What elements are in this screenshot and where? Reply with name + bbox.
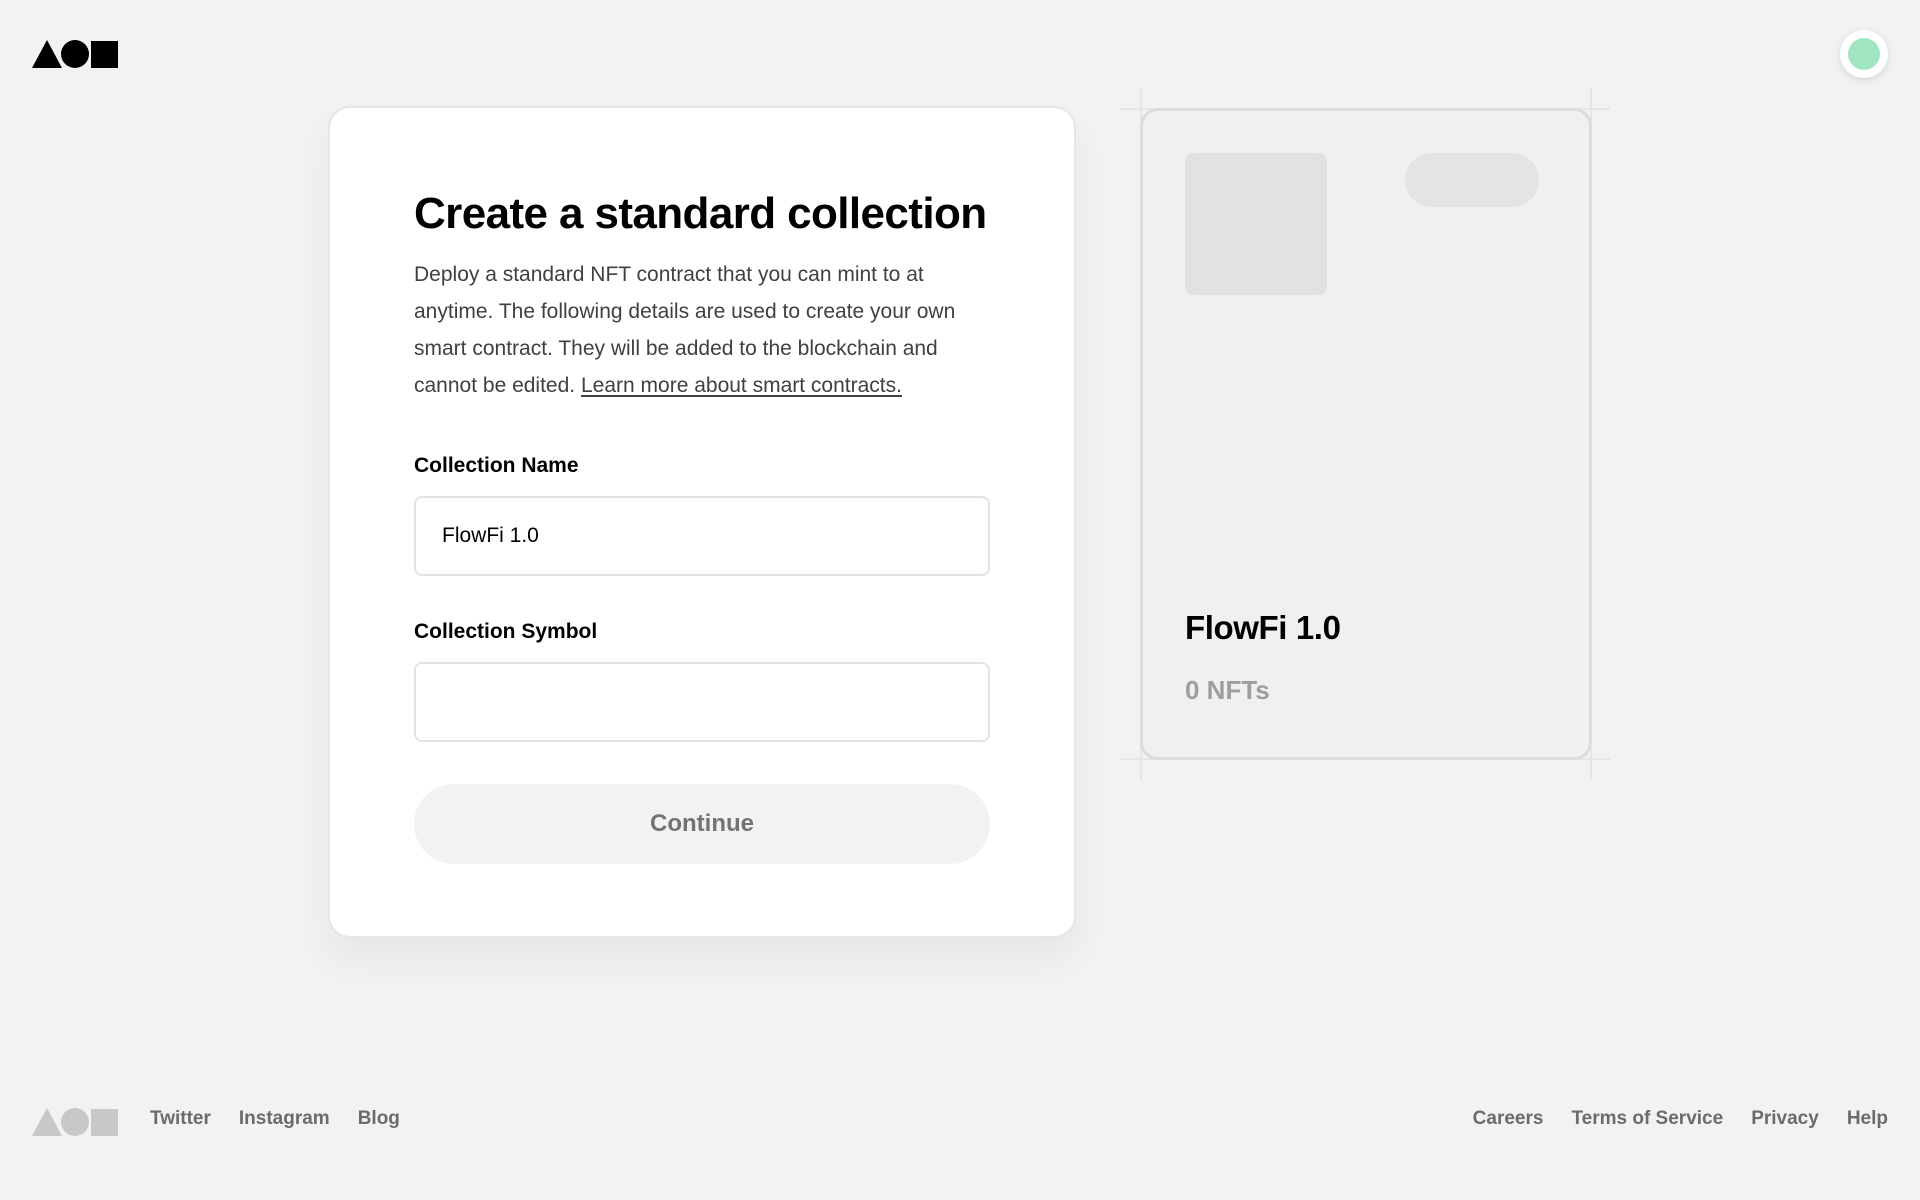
footer-link-help[interactable]: Help [1847, 1108, 1888, 1130]
preview-card: FlowFi 1.0 0 NFTs [1140, 108, 1592, 760]
footer-link-blog[interactable]: Blog [358, 1108, 400, 1130]
top-header [0, 0, 1920, 108]
page-title: Create a standard collection [414, 189, 987, 238]
triangle-circle-square-logo-icon[interactable] [32, 38, 118, 68]
footer-link-privacy[interactable]: Privacy [1751, 1108, 1819, 1130]
create-collection-card: Create a standard collection Deploy a st… [328, 106, 1076, 938]
preview-nft-count: 0 NFTs [1185, 675, 1270, 705]
collection-name-input[interactable] [414, 496, 990, 576]
form-description: Deploy a standard NFT contract that you … [414, 256, 990, 404]
account-avatar-button[interactable] [1840, 30, 1888, 78]
continue-button[interactable]: Continue [414, 784, 990, 864]
footer-link-terms[interactable]: Terms of Service [1571, 1108, 1723, 1130]
footer-link-instagram[interactable]: Instagram [239, 1108, 330, 1130]
learn-more-link[interactable]: Learn more about smart contracts. [581, 374, 902, 397]
preview-badge-placeholder [1405, 153, 1539, 207]
collection-symbol-label: Collection Symbol [414, 620, 598, 643]
footer-link-careers[interactable]: Careers [1473, 1108, 1544, 1130]
footer-info-links: Careers Terms of Service Privacy Help [1473, 1108, 1888, 1130]
footer-social-links: Twitter Instagram Blog [150, 1108, 400, 1130]
preview-thumbnail-placeholder [1185, 153, 1327, 295]
collection-symbol-input[interactable] [414, 662, 990, 742]
footer: Twitter Instagram Blog Careers Terms of … [0, 1090, 1920, 1150]
collection-preview: FlowFi 1.0 0 NFTs [1120, 88, 1610, 780]
collection-name-label: Collection Name [414, 454, 579, 477]
footer-link-twitter[interactable]: Twitter [150, 1108, 211, 1130]
preview-collection-name: FlowFi 1.0 [1185, 609, 1341, 646]
footer-logo-icon[interactable] [32, 1106, 118, 1136]
avatar [1848, 38, 1880, 70]
